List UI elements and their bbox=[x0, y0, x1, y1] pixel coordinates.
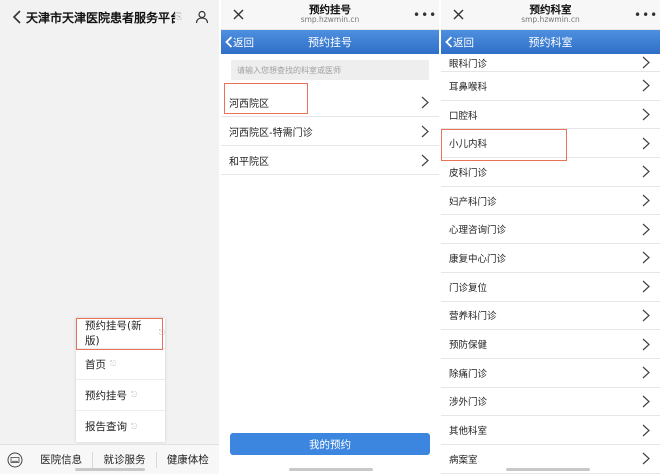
menu-item-label: 首页 bbox=[85, 358, 106, 371]
menu-item-report[interactable]: 报告查询 ⎋ bbox=[76, 411, 165, 442]
wx-titles: 预约科室 smp.hzwmin.cn bbox=[467, 4, 634, 25]
wx-url: smp.hzwmin.cn bbox=[521, 15, 580, 25]
page-title: 天津市天津医院患者服务平台 bbox=[26, 10, 175, 25]
p1-top-bar: 天津市天津医院患者服务平台 ⎘ bbox=[0, 0, 219, 34]
hospital-home-panel: 天津市天津医院患者服务平台 ⎘ 预约挂号(新版) ⎋ 首页 ⎋ 预约挂号 ⎋ 报告查询… bbox=[0, 0, 219, 474]
chevron-right-icon bbox=[642, 194, 650, 207]
wx-header: 预约科室 smp.hzwmin.cn ••• bbox=[441, 0, 660, 30]
chevron-left-icon bbox=[225, 36, 233, 48]
department-row[interactable]: 口腔科 bbox=[441, 101, 660, 130]
screens: 天津市天津医院患者服务平台 ⎘ 预约挂号(新版) ⎋ 首页 ⎋ 预约挂号 ⎋ 报告查询… bbox=[0, 0, 660, 474]
row-label: 眼科门诊 bbox=[449, 58, 488, 70]
row-label: 皮科门诊 bbox=[449, 167, 488, 179]
chevron-right-icon bbox=[642, 79, 650, 92]
tab-hospital-info[interactable]: 医院信息 bbox=[30, 452, 92, 467]
department-row[interactable]: 其他科室 bbox=[441, 416, 660, 445]
chevron-right-icon bbox=[642, 338, 650, 350]
user-icon[interactable] bbox=[193, 8, 211, 26]
highlight-box bbox=[441, 129, 567, 161]
department-list: 眼科门诊 耳鼻喉科 口腔科 小儿内科 皮科门诊 妇产科门诊 心理咨询门诊 康复中心门诊 门诊复位… bbox=[441, 54, 660, 474]
row-label: 其他科室 bbox=[449, 426, 488, 438]
campus-row-hexi-special[interactable]: 河西院区-特需门诊 bbox=[221, 117, 439, 146]
chevron-right-icon bbox=[642, 309, 650, 322]
row-label: 口腔科 bbox=[449, 110, 478, 122]
department-row[interactable]: 除痛门诊 bbox=[441, 359, 660, 388]
chevron-left-icon bbox=[445, 36, 453, 48]
keyboard-icon[interactable] bbox=[0, 452, 30, 468]
back-button[interactable]: 返回 bbox=[225, 35, 254, 50]
chevron-right-icon bbox=[642, 223, 650, 236]
back-label: 返回 bbox=[233, 36, 254, 49]
link-icon: ⎋ bbox=[110, 359, 117, 368]
menu-item-label: 预约挂号 bbox=[85, 389, 127, 402]
wx-titles: 预约挂号 smp.hzwmin.cn bbox=[247, 4, 413, 25]
row-label: 耳鼻喉科 bbox=[449, 81, 488, 93]
more-icon[interactable]: ••• bbox=[634, 8, 657, 22]
department-row[interactable]: 涉外门诊 bbox=[441, 388, 660, 417]
row-label: 门诊复位 bbox=[449, 282, 488, 294]
chevron-right-icon bbox=[642, 252, 650, 264]
menu-item-label: 报告查询 bbox=[85, 421, 127, 433]
menu-item-booking[interactable]: 预约挂号 ⎋ bbox=[76, 380, 165, 411]
tab-health-check[interactable]: 健康体检 bbox=[157, 452, 219, 467]
chevron-left-icon[interactable] bbox=[8, 8, 26, 26]
link-icon: ⎋ bbox=[131, 421, 138, 431]
chevron-right-icon bbox=[421, 154, 429, 166]
chevron-right-icon bbox=[642, 108, 650, 121]
row-label: 营养科门诊 bbox=[449, 311, 497, 323]
back-button[interactable]: 返回 bbox=[445, 35, 474, 50]
row-label: 涉外门诊 bbox=[449, 397, 488, 409]
menu-item-home[interactable]: 首页 ⎋ bbox=[76, 349, 165, 380]
highlight-box bbox=[76, 318, 163, 350]
row-label: 康复中心门诊 bbox=[449, 253, 507, 265]
tab-services[interactable]: 就诊服务 bbox=[93, 452, 155, 467]
department-panel: 预约科室 smp.hzwmin.cn ••• 返回 预约科室 眼科门诊耳鼻喉科口… bbox=[441, 0, 660, 474]
department-row[interactable]: 心理咨询门诊 bbox=[441, 215, 660, 245]
department-row[interactable]: 妇产科门诊 bbox=[441, 187, 660, 216]
department-row[interactable]: 耳鼻喉科 bbox=[441, 72, 660, 101]
row-label: 病案室 bbox=[449, 454, 478, 466]
highlight-box bbox=[224, 83, 308, 114]
close-icon[interactable] bbox=[449, 6, 467, 24]
row-label: 妇产科门诊 bbox=[449, 196, 497, 208]
department-row[interactable]: 皮科门诊 bbox=[441, 158, 660, 187]
row-label: 预防保健 bbox=[449, 340, 488, 352]
chevron-right-icon bbox=[642, 165, 650, 178]
chevron-right-icon bbox=[642, 56, 650, 69]
chevron-right-icon bbox=[642, 280, 650, 293]
nav-bar: 返回 预约科室 bbox=[441, 30, 660, 54]
home-indicator bbox=[75, 468, 145, 471]
nav-bar: 返回 预约挂号 bbox=[221, 30, 439, 54]
chevron-right-icon bbox=[421, 96, 429, 108]
back-label: 返回 bbox=[453, 36, 474, 49]
chevron-right-icon bbox=[642, 424, 650, 437]
more-icon[interactable]: ••• bbox=[413, 8, 436, 22]
my-booking-button[interactable]: 我的预约 bbox=[230, 433, 430, 455]
close-icon[interactable] bbox=[229, 6, 247, 24]
link-icon: ⎘ bbox=[175, 12, 183, 22]
chevron-right-icon bbox=[642, 137, 650, 150]
chevron-right-icon bbox=[421, 125, 429, 137]
row-label: 河西院区-特需门诊 bbox=[229, 127, 313, 139]
wx-url: smp.hzwmin.cn bbox=[300, 15, 360, 25]
department-row[interactable]: 预防保健 bbox=[441, 330, 660, 359]
booking-panel: 预约挂号 smp.hzwmin.cn ••• 返回 预约挂号 河西院区 河西院区… bbox=[221, 0, 439, 474]
department-row[interactable]: 眼科门诊 bbox=[441, 54, 660, 72]
home-indicator bbox=[289, 468, 373, 471]
home-indicator bbox=[506, 468, 590, 471]
link-icon: ⎋ bbox=[131, 390, 138, 399]
department-row[interactable]: 营养科门诊 bbox=[441, 302, 660, 331]
department-row[interactable]: 康复中心门诊 bbox=[441, 244, 660, 273]
row-label: 除痛门诊 bbox=[449, 368, 488, 380]
row-label: 和平院区 bbox=[229, 156, 269, 168]
search-input[interactable] bbox=[231, 60, 429, 80]
wx-header: 预约挂号 smp.hzwmin.cn ••• bbox=[221, 0, 439, 30]
campus-row-heping[interactable]: 和平院区 bbox=[221, 146, 439, 175]
department-row[interactable]: 门诊复位 bbox=[441, 273, 660, 302]
chevron-right-icon bbox=[642, 366, 650, 379]
chevron-right-icon bbox=[642, 452, 650, 465]
chevron-right-icon bbox=[642, 395, 650, 408]
row-label: 心理咨询门诊 bbox=[449, 225, 507, 237]
